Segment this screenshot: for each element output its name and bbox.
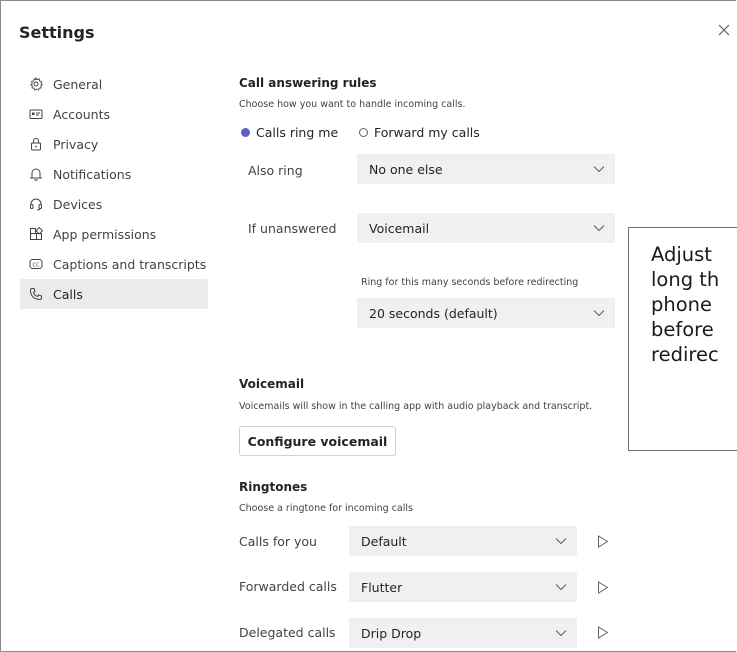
- sidebar-item-app-permissions[interactable]: App permissions: [20, 219, 208, 249]
- sidebar-item-notifications[interactable]: Notifications: [20, 159, 208, 189]
- ringtones-heading: Ringtones: [239, 480, 308, 494]
- callout-line: phone: [651, 293, 713, 316]
- dropdown-value: Voicemail: [369, 220, 430, 236]
- dialog-title: Settings: [19, 23, 95, 42]
- dropdown-value: Default: [361, 533, 407, 549]
- calls-for-you-dropdown[interactable]: Default: [349, 526, 577, 556]
- forwarded-calls-dropdown[interactable]: Flutter: [349, 572, 577, 602]
- bell-icon: [29, 168, 43, 181]
- cc-icon: CC: [29, 259, 43, 269]
- chevron-down-icon: [555, 584, 567, 591]
- sidebar-item-label: Captions and transcripts: [53, 256, 207, 272]
- sidebar-item-general[interactable]: General: [20, 69, 208, 99]
- phone-icon: [29, 288, 42, 301]
- headset-icon: [30, 198, 42, 211]
- settings-dialog: Settings General Accounts Privacy Notifi…: [0, 0, 736, 652]
- calls-for-you-label: Calls for you: [239, 534, 317, 549]
- chevron-down-icon: [593, 225, 605, 232]
- radio-calls-ring-me[interactable]: Calls ring me: [241, 125, 338, 140]
- forwarded-calls-label: Forwarded calls: [239, 579, 337, 594]
- sidebar-item-captions[interactable]: CC Captions and transcripts: [20, 249, 208, 279]
- callout-line: Adjust: [651, 243, 712, 266]
- voicemail-description: Voicemails will show in the calling app …: [239, 401, 593, 412]
- radio-forward-my-calls[interactable]: Forward my calls: [359, 125, 480, 140]
- sidebar-item-label: Devices: [53, 196, 103, 212]
- callout-line: redirec: [651, 343, 719, 366]
- sidebar-item-devices[interactable]: Devices: [20, 189, 208, 219]
- sidebar-item-label: Calls: [53, 286, 83, 302]
- chevron-down-icon: [593, 310, 605, 317]
- svg-text:CC: CC: [33, 262, 40, 268]
- call-answering-description: Choose how you want to handle incoming c…: [239, 99, 466, 110]
- sidebar-item-label: Privacy: [53, 136, 99, 152]
- radio-label: Calls ring me: [256, 125, 339, 140]
- also-ring-dropdown[interactable]: No one else: [357, 154, 615, 184]
- chevron-down-icon: [555, 538, 567, 545]
- call-answering-heading: Call answering rules: [239, 76, 377, 90]
- callout-line: before: [651, 318, 714, 341]
- gear-icon: [30, 77, 43, 91]
- close-icon[interactable]: [717, 23, 731, 37]
- dropdown-value: 20 seconds (default): [369, 305, 498, 321]
- radio-selected-indicator: [241, 128, 250, 137]
- delegated-calls-dropdown[interactable]: Drip Drop: [349, 618, 577, 648]
- play-ringtone-icon[interactable]: [597, 535, 609, 548]
- annotation-callout: Adjust long th phone before redirec: [628, 227, 737, 451]
- sidebar-item-privacy[interactable]: Privacy: [20, 129, 208, 159]
- chevron-down-icon: [593, 166, 605, 173]
- sidebar-item-accounts[interactable]: Accounts: [20, 99, 208, 129]
- chevron-down-icon: [555, 630, 567, 637]
- play-ringtone-icon[interactable]: [597, 581, 609, 594]
- configure-voicemail-button[interactable]: Configure voicemail: [239, 426, 396, 456]
- apps-grid-icon: [30, 227, 43, 240]
- radio-label: Forward my calls: [374, 125, 480, 140]
- if-unanswered-dropdown[interactable]: Voicemail: [357, 213, 615, 243]
- dropdown-value: Drip Drop: [361, 625, 422, 641]
- lock-icon: [31, 138, 41, 151]
- sidebar-item-label: Accounts: [53, 106, 110, 122]
- voicemail-heading: Voicemail: [239, 377, 305, 391]
- delegated-calls-label: Delegated calls: [239, 625, 336, 640]
- id-card-icon: [29, 109, 43, 119]
- sidebar-item-label: App permissions: [53, 226, 157, 242]
- if-unanswered-label: If unanswered: [248, 221, 337, 236]
- callout-line: long th: [651, 268, 720, 291]
- dropdown-value: Flutter: [361, 579, 403, 595]
- ring-seconds-dropdown[interactable]: 20 seconds (default): [357, 298, 615, 328]
- settings-sidebar: General Accounts Privacy Notifications D…: [20, 69, 208, 309]
- radio-unselected-indicator: [359, 128, 368, 137]
- dropdown-value: No one else: [369, 161, 443, 177]
- also-ring-label: Also ring: [248, 163, 303, 178]
- sidebar-item-label: General: [53, 76, 103, 92]
- sidebar-item-label: Notifications: [53, 166, 132, 182]
- ring-seconds-label: Ring for this many seconds before redire…: [361, 277, 579, 288]
- play-ringtone-icon[interactable]: [597, 626, 609, 639]
- sidebar-item-calls[interactable]: Calls: [20, 279, 208, 309]
- ringtones-description: Choose a ringtone for incoming calls: [239, 503, 413, 514]
